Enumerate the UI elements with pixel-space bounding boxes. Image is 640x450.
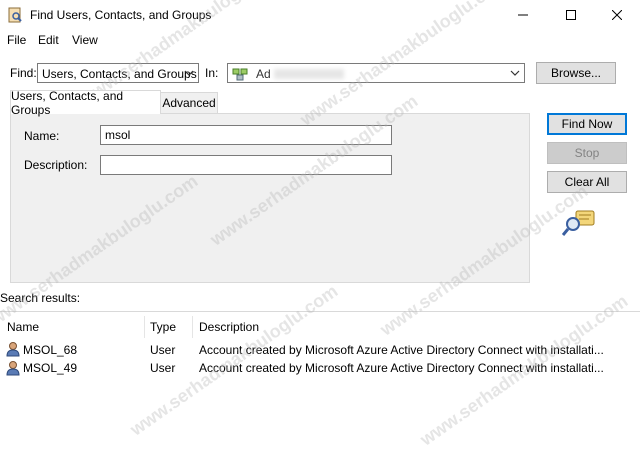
row-name: MSOL_49 xyxy=(23,361,78,375)
in-location-select[interactable]: Ad xyxy=(227,63,525,83)
window-title: Find Users, Contacts, and Groups xyxy=(30,8,212,22)
description-field[interactable] xyxy=(100,155,392,175)
stop-button[interactable]: Stop xyxy=(547,142,627,164)
column-header-description[interactable]: Description xyxy=(199,320,259,334)
chevron-down-icon xyxy=(184,70,194,76)
tab-users-contacts-groups[interactable]: Users, Contacts, and Groups xyxy=(10,89,161,117)
minimize-button[interactable] xyxy=(500,0,546,30)
maximize-button[interactable] xyxy=(548,0,594,30)
description-label: Description: xyxy=(24,158,88,172)
column-separator[interactable] xyxy=(192,316,193,338)
row-type: User xyxy=(150,343,176,357)
chevron-down-icon xyxy=(510,70,520,76)
row-description: Account created by Microsoft Azure Activ… xyxy=(199,361,604,375)
name-label: Name: xyxy=(24,129,60,143)
find-now-button[interactable]: Find Now xyxy=(547,113,627,135)
find-label: Find: xyxy=(10,66,37,80)
find-app-icon xyxy=(7,7,23,23)
in-location-value: Ad xyxy=(256,67,271,81)
column-separator[interactable] xyxy=(144,316,145,338)
row-name: MSOL_68 xyxy=(23,343,78,357)
column-header-type[interactable]: Type xyxy=(150,320,176,334)
redacted-domain xyxy=(274,69,344,79)
clear-all-button[interactable]: Clear All xyxy=(547,171,627,193)
find-type-select[interactable]: Users, Contacts, and Groups xyxy=(37,63,199,83)
domain-icon xyxy=(232,66,248,84)
name-field[interactable]: msol xyxy=(100,125,392,145)
row-type: User xyxy=(150,361,176,375)
column-header-name[interactable]: Name xyxy=(7,320,39,334)
magnifier-search-icon xyxy=(561,209,596,240)
browse-button[interactable]: Browse... xyxy=(536,62,616,84)
menu-view[interactable]: View xyxy=(72,33,98,47)
search-results-label: Search results: xyxy=(0,291,81,305)
in-label: In: xyxy=(205,66,219,80)
menu-edit[interactable]: Edit xyxy=(38,33,59,47)
find-type-value: Users, Contacts, and Groups xyxy=(42,67,197,81)
user-icon xyxy=(6,360,20,379)
menu-file[interactable]: File xyxy=(7,33,26,47)
row-description: Account created by Microsoft Azure Activ… xyxy=(199,343,604,357)
close-button[interactable] xyxy=(594,0,640,30)
tab-advanced[interactable]: Advanced xyxy=(160,92,218,113)
